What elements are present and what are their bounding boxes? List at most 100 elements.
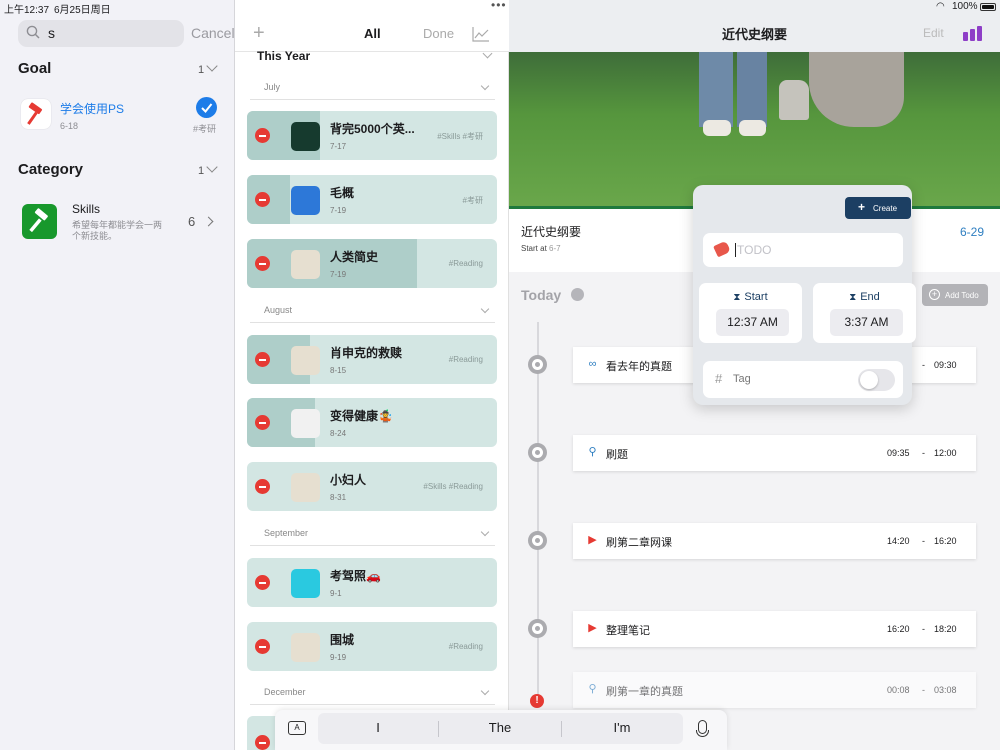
suggestions: I The I'm bbox=[318, 713, 683, 744]
goal-card[interactable]: 围城 9-19 #Reading bbox=[247, 622, 497, 671]
todo-title-field[interactable] bbox=[703, 233, 903, 267]
goal-card[interactable]: 背完5000个英... 7-17 #Skills #考研 bbox=[247, 111, 497, 160]
overdue-alert-icon[interactable]: ! bbox=[530, 694, 544, 708]
goal-title: 学会使用PS bbox=[60, 102, 125, 116]
todo-end-time: 09:30 bbox=[934, 360, 957, 370]
delete-minus-icon[interactable] bbox=[255, 575, 270, 590]
start-label: Start at bbox=[521, 244, 547, 253]
todo-item[interactable]: ⚲ 刷第一章的真题 00:08 -03:08 bbox=[573, 672, 976, 708]
category-item[interactable]: Skills 希望每年都能学会一两个新技能。 6 bbox=[0, 200, 234, 244]
suggestion-2[interactable]: The bbox=[450, 720, 550, 735]
timeline-node[interactable] bbox=[528, 531, 547, 550]
category-description: 希望每年都能学会一两个新技能。 bbox=[72, 220, 163, 241]
category-heading: Category bbox=[18, 161, 84, 178]
goal-card-date: 9-19 bbox=[330, 653, 347, 662]
status-date: 6月25日周日 bbox=[54, 5, 111, 16]
goal-card[interactable]: 小妇人 8-31 #Skills #Reading bbox=[247, 462, 497, 511]
start-time-label: Start bbox=[744, 291, 768, 303]
new-todo-popover: +Create ⧗Start 12:37 AM ⧗End 3:37 AM # T… bbox=[693, 185, 916, 405]
category-collapse-chevron-icon[interactable] bbox=[206, 161, 218, 173]
pin-icon: ⚲ bbox=[588, 683, 597, 695]
add-todo-label: Add Todo bbox=[945, 291, 979, 300]
tag-icon bbox=[713, 240, 731, 258]
tab-all[interactable]: All bbox=[364, 26, 381, 41]
todo-end-time: 16:20 bbox=[934, 536, 957, 546]
add-todo-button[interactable]: + Add Todo bbox=[922, 284, 988, 306]
todo-item[interactable]: ▶ 刷第二章网课 14:20 -16:20 bbox=[573, 523, 976, 559]
delete-minus-icon[interactable] bbox=[255, 128, 270, 143]
delete-minus-icon[interactable] bbox=[255, 352, 270, 367]
delete-minus-icon[interactable] bbox=[255, 479, 270, 494]
goal-card-title: 小妇人 bbox=[330, 473, 367, 487]
search-input[interactable]: s bbox=[48, 25, 55, 41]
time-separator: - bbox=[922, 536, 925, 546]
time-separator: - bbox=[922, 624, 925, 634]
goal-card-title: 围城 bbox=[330, 633, 355, 647]
battery-icon bbox=[980, 3, 996, 11]
checkmark-icon[interactable] bbox=[196, 97, 217, 118]
cancel-button[interactable]: Cancel bbox=[191, 25, 235, 41]
chevron-down-icon bbox=[480, 81, 490, 91]
plus-icon: + bbox=[858, 200, 866, 214]
goal-card[interactable]: 变得健康🤹 8-24 bbox=[247, 398, 497, 447]
goal-card-tags: #Skills #考研 bbox=[437, 132, 483, 141]
goal-card[interactable]: 毛概 7-19 #考研 bbox=[247, 175, 497, 224]
suggestion-3[interactable]: I'm bbox=[572, 720, 672, 735]
book-icon bbox=[291, 186, 320, 215]
glasses-icon: ∞ bbox=[588, 358, 597, 370]
goal-card-tags: #Reading bbox=[448, 259, 483, 268]
goal-card-title: 肖申克的救赎 bbox=[330, 346, 403, 360]
tv-icon: ▶ bbox=[588, 534, 597, 546]
hammer-icon bbox=[22, 204, 57, 239]
battery-percent: 100% bbox=[952, 1, 978, 12]
keyboard-format-icon[interactable]: A bbox=[288, 721, 306, 735]
tag-label: Tag bbox=[733, 373, 751, 385]
month-header[interactable]: August bbox=[250, 304, 495, 323]
todo-item[interactable]: ▶ 整理笔记 16:20 -18:20 bbox=[573, 611, 976, 647]
month-header[interactable]: July bbox=[250, 81, 495, 100]
todo-title: 刷第一章的真题 bbox=[606, 686, 683, 698]
end-time-picker[interactable]: 3:37 AM bbox=[830, 309, 903, 336]
todo-title: 刷题 bbox=[606, 449, 628, 461]
todo-start-time: 16:20 bbox=[887, 624, 910, 634]
hammer-icon bbox=[21, 99, 51, 129]
goal-list-pane: + All Done This Year July August Septemb… bbox=[235, 0, 509, 750]
timeline-node[interactable] bbox=[528, 355, 547, 374]
stats-bars-icon[interactable] bbox=[963, 26, 983, 41]
suggestion-1[interactable]: I bbox=[328, 720, 428, 735]
timeline-node[interactable] bbox=[528, 619, 547, 638]
delete-minus-icon[interactable] bbox=[255, 415, 270, 430]
add-goal-plus-icon[interactable]: + bbox=[253, 23, 265, 43]
chart-icon[interactable] bbox=[472, 26, 490, 42]
time-separator: - bbox=[922, 685, 925, 695]
car-icon bbox=[291, 569, 320, 598]
timeline-node[interactable] bbox=[528, 443, 547, 462]
delete-minus-icon[interactable] bbox=[255, 192, 270, 207]
start-time-picker[interactable]: 12:37 AM bbox=[716, 309, 789, 336]
goal-card-tags: #Reading bbox=[448, 355, 483, 364]
search-field[interactable]: s bbox=[18, 20, 184, 47]
month-header[interactable]: December bbox=[250, 686, 495, 705]
goal-date: 6-18 bbox=[60, 121, 79, 131]
todo-title-input[interactable] bbox=[737, 241, 887, 259]
goal-card[interactable]: 肖申克的救赎 8-15 #Reading bbox=[247, 335, 497, 384]
due-date[interactable]: 6-29 bbox=[960, 225, 984, 239]
delete-minus-icon[interactable] bbox=[255, 735, 270, 750]
goal-card-date: 8-15 bbox=[330, 366, 347, 375]
delete-minus-icon[interactable] bbox=[255, 256, 270, 271]
todo-item[interactable]: ⚲ 刷题 09:35 -12:00 bbox=[573, 435, 976, 471]
todo-end-time: 18:20 bbox=[934, 624, 957, 634]
month-header[interactable]: September bbox=[250, 527, 495, 546]
edit-button[interactable]: Edit bbox=[923, 26, 944, 40]
goal-collapse-chevron-icon[interactable] bbox=[206, 60, 218, 72]
todo-start-time: 00:08 bbox=[887, 685, 910, 695]
tag-toggle[interactable] bbox=[858, 369, 895, 391]
delete-minus-icon[interactable] bbox=[255, 639, 270, 654]
tab-done[interactable]: Done bbox=[423, 26, 454, 41]
create-button[interactable]: + Create bbox=[845, 197, 911, 219]
todo-end-time: 12:00 bbox=[934, 448, 957, 458]
multitask-dots-icon[interactable]: ••• bbox=[491, 0, 507, 12]
goal-item[interactable]: 学会使用PS 6-18 #考研 bbox=[0, 93, 234, 139]
goal-card[interactable]: 人类简史 7-19 #Reading bbox=[247, 239, 497, 288]
goal-card[interactable]: 考驾照🚗 9-1 bbox=[247, 558, 497, 607]
